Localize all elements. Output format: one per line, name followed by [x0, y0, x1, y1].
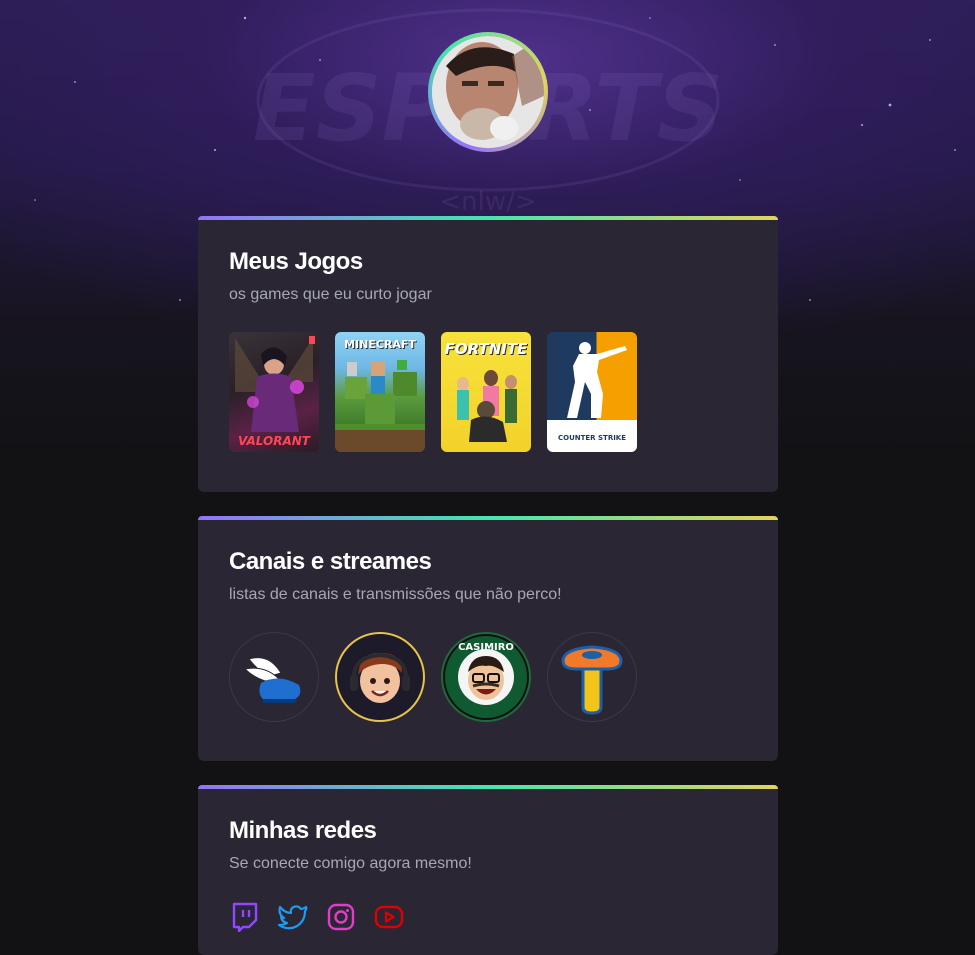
- channel-mushroom[interactable]: [547, 632, 637, 722]
- channel-cartoon-boy[interactable]: [335, 632, 425, 722]
- social-title: Minhas redes: [229, 817, 377, 844]
- games-card: Meus Jogos os games que eu curto jogar V…: [198, 216, 778, 492]
- games-title: Meus Jogos: [229, 248, 363, 275]
- nlw-logo-text: <nlw/>: [439, 187, 536, 217]
- winged-shoe-icon: [243, 657, 301, 703]
- youtube-link[interactable]: [373, 901, 405, 933]
- social-subtitle: Se conecte comigo agora mesmo!: [229, 855, 472, 872]
- channels-list: CASIMIRO: [229, 632, 747, 722]
- games-list: VALORANT MINECRAFT FORTNITE COUNTER STRI…: [229, 332, 747, 452]
- cartoon-boy-icon: [350, 652, 410, 703]
- channels-subtitle: listas de canais e transmissões que não …: [229, 586, 562, 603]
- instagram-link[interactable]: [325, 901, 357, 933]
- valorant-label: VALORANT: [238, 434, 310, 448]
- instagram-icon: [327, 903, 355, 931]
- channel-winged-shoe[interactable]: [229, 632, 319, 722]
- twitch-icon: [232, 902, 258, 932]
- social-card: Minhas redes Se conecte comigo agora mes…: [198, 785, 778, 955]
- channel-casimiro[interactable]: CASIMIRO: [441, 632, 531, 722]
- channels-card: Canais e streames listas de canais e tra…: [198, 516, 778, 761]
- twitch-link[interactable]: [229, 901, 261, 933]
- game-minecraft[interactable]: MINECRAFT: [335, 332, 425, 452]
- twitter-link[interactable]: [277, 901, 309, 933]
- minecraft-label: MINECRAFT: [344, 338, 416, 351]
- casimiro-text: CASIMIRO: [458, 642, 514, 653]
- game-fortnite[interactable]: FORTNITE: [441, 332, 531, 452]
- avatar-photo: [432, 36, 544, 148]
- twitter-icon: [278, 905, 308, 930]
- profile-avatar[interactable]: [428, 32, 548, 152]
- game-counter-strike[interactable]: COUNTER STRIKE: [547, 332, 637, 452]
- games-subtitle: os games que eu curto jogar: [229, 286, 432, 303]
- casimiro-icon: CASIMIRO: [445, 636, 527, 718]
- counter-strike-label: COUNTER STRIKE: [557, 434, 627, 442]
- social-links: [229, 901, 747, 933]
- fortnite-label: FORTNITE: [444, 340, 528, 358]
- channels-title: Canais e streames: [229, 548, 432, 575]
- game-valorant[interactable]: VALORANT: [229, 332, 319, 452]
- mushroom-icon: [561, 645, 623, 715]
- youtube-icon: [374, 905, 404, 929]
